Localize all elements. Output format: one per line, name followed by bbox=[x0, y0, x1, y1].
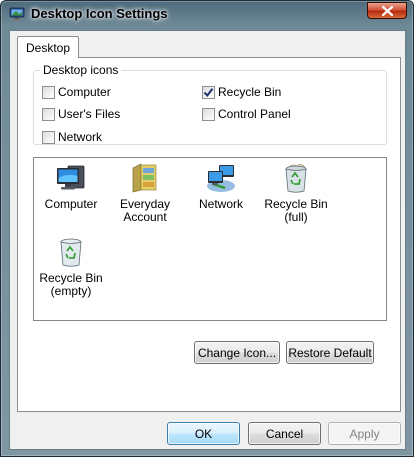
checkbox-recycle-bin-box[interactable] bbox=[202, 85, 215, 99]
recycle-bin-full-icon bbox=[285, 164, 307, 193]
tab-desktop-label: Desktop bbox=[25, 40, 71, 55]
checkbox-network-box[interactable] bbox=[42, 130, 55, 144]
checkbox-recycle-bin-label: Recycle Bin bbox=[218, 85, 282, 99]
desktop-icon-list[interactable]: Computer Everyday Account Network Recycl… bbox=[33, 157, 387, 321]
checkbox-users-files-box[interactable] bbox=[42, 107, 55, 121]
checkbox-network[interactable]: Network bbox=[42, 130, 102, 144]
icon-item-recycle-bin-full[interactable]: Recycle Bin (full) bbox=[259, 162, 333, 224]
checkbox-users-files-label: User's Files bbox=[58, 107, 121, 121]
checkbox-recycle-bin[interactable]: Recycle Bin bbox=[202, 85, 281, 99]
checkbox-network-label: Network bbox=[58, 130, 103, 144]
recycle-bin-empty-icon bbox=[60, 238, 82, 267]
icon-item-everyday-account-label-2: Account bbox=[123, 210, 167, 224]
checkbox-users-files[interactable]: User's Files bbox=[42, 107, 120, 121]
icon-item-everyday-account[interactable]: Everyday Account bbox=[108, 162, 182, 224]
close-icon bbox=[381, 5, 393, 16]
icon-item-network-label-1: Network bbox=[198, 197, 243, 211]
window-title: Desktop Icon Settings bbox=[31, 6, 168, 21]
network-icon bbox=[207, 165, 235, 192]
icon-item-computer[interactable]: Computer bbox=[34, 162, 108, 211]
dialog-window: Desktop Icon Settings Desktop Desktop ic… bbox=[0, 0, 414, 457]
icon-item-computer-label-1: Computer bbox=[44, 197, 98, 211]
checkbox-control-panel-label: Control Panel bbox=[218, 107, 291, 121]
checkbox-control-panel[interactable]: Control Panel bbox=[202, 107, 291, 121]
user-folder-icon bbox=[132, 163, 157, 193]
title-bar[interactable]: Desktop Icon Settings bbox=[1, 1, 413, 29]
ok-button[interactable]: OK bbox=[167, 422, 240, 445]
desktop-icons-group: Desktop icons Computer User's Files Netw… bbox=[33, 63, 387, 145]
checkbox-computer[interactable]: Computer bbox=[42, 85, 111, 99]
icon-item-network[interactable]: Network bbox=[184, 162, 258, 211]
close-button[interactable] bbox=[367, 2, 407, 19]
tab-desktop[interactable]: Desktop bbox=[17, 36, 79, 58]
tab-panel-desktop: Desktop icons Computer User's Files Netw… bbox=[17, 57, 401, 412]
apply-button[interactable]: Apply bbox=[328, 422, 401, 445]
cancel-button[interactable]: Cancel bbox=[248, 422, 321, 445]
checkmark-icon bbox=[203, 87, 214, 97]
checkbox-control-panel-box[interactable] bbox=[202, 107, 215, 121]
change-icon-button[interactable]: Change Icon... bbox=[194, 341, 280, 364]
icon-item-recycle-bin-empty-label-2: (empty) bbox=[50, 284, 92, 298]
restore-default-button[interactable]: Restore Default bbox=[286, 341, 374, 364]
display-settings-icon bbox=[9, 7, 25, 21]
computer-icon bbox=[57, 165, 85, 190]
checkbox-computer-label: Computer bbox=[58, 85, 111, 99]
icon-item-recycle-bin-full-label-2: (full) bbox=[284, 210, 308, 224]
icon-item-recycle-bin-empty[interactable]: Recycle Bin (empty) bbox=[34, 236, 108, 298]
desktop-icons-group-legend: Desktop icons bbox=[40, 63, 122, 77]
checkbox-computer-box[interactable] bbox=[42, 85, 55, 99]
dialog-client-area: Desktop Desktop icons Computer User's Fi… bbox=[9, 30, 406, 450]
